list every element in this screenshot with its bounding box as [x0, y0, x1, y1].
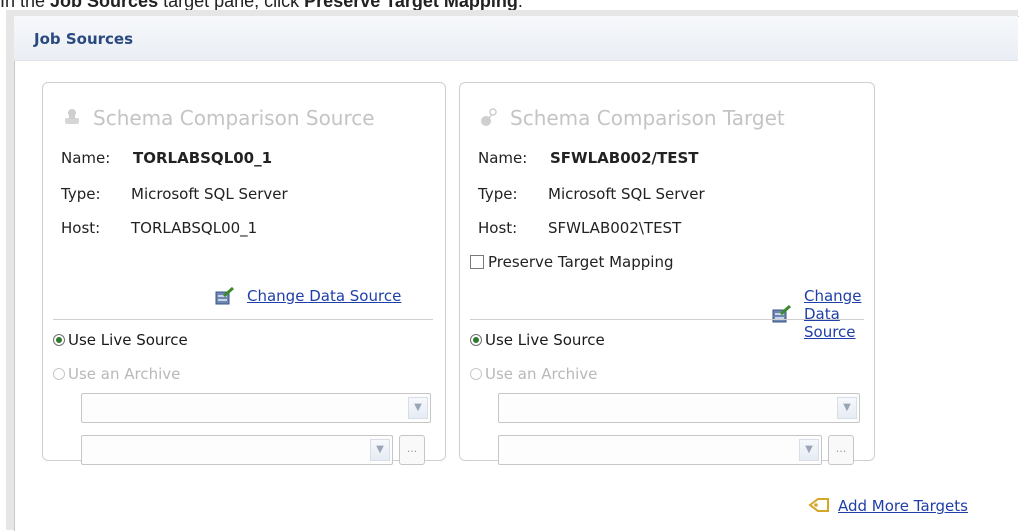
source-browse-button[interactable]: ... [399, 435, 425, 465]
add-more-targets[interactable]: Add More Targets [808, 497, 968, 515]
source-use-archive-label: Use an Archive [68, 365, 181, 383]
target-host-label: Host: [478, 219, 518, 237]
radio-unselected-icon[interactable] [53, 368, 65, 380]
panel-title: Job Sources [34, 30, 134, 48]
panel-header: Job Sources [14, 16, 1018, 61]
radio-unselected-icon[interactable] [470, 368, 482, 380]
source-change-data-source[interactable]: Change Data Source [215, 286, 401, 305]
chevron-down-icon[interactable]: ▼ [837, 397, 857, 419]
target-change-data-source[interactable]: Change Data Source [772, 287, 874, 341]
target-use-archive-label: Use an Archive [485, 365, 598, 383]
target-use-live-label: Use Live Source [485, 331, 605, 349]
source-name-row: Name: TORLABSQL00_1 [61, 149, 272, 167]
chevron-down-icon[interactable]: ▼ [370, 439, 390, 461]
chevron-down-icon[interactable]: ▼ [799, 439, 819, 461]
change-data-source-icon [772, 304, 792, 323]
target-use-live-radio[interactable]: Use Live Source [470, 331, 605, 349]
source-group: Schema Comparison Source Name: TORLABSQL0… [42, 82, 446, 465]
add-more-targets-link[interactable]: Add More Targets [838, 497, 968, 515]
radio-selected-icon[interactable] [470, 334, 482, 346]
source-archive-combo-2[interactable]: ▼ [81, 435, 393, 465]
target-host-value: SFWLAB002\TEST [548, 219, 682, 237]
target-archive-combo-2[interactable]: ▼ [498, 435, 822, 465]
target-change-data-source-link[interactable]: Change Data Source [804, 287, 874, 341]
source-host-label: Host: [61, 219, 101, 237]
change-data-source-icon [215, 286, 235, 305]
target-name-label: Name: [478, 149, 528, 167]
source-title-text: Schema Comparison Source [93, 106, 375, 130]
source-archive-combo-1[interactable]: ▼ [81, 393, 431, 423]
target-browse-button[interactable]: ... [828, 435, 854, 465]
source-use-live-radio[interactable]: Use Live Source [53, 331, 188, 349]
target-archive-combo-1[interactable]: ▼ [498, 393, 860, 423]
target-title-text: Schema Comparison Target [510, 106, 785, 130]
target-use-archive-radio[interactable]: Use an Archive [470, 365, 597, 383]
target-title: Schema Comparison Target [478, 106, 785, 130]
source-database-icon [61, 107, 83, 129]
target-type-value: Microsoft SQL Server [548, 185, 705, 203]
preserve-target-mapping-label[interactable]: Preserve Target Mapping [488, 253, 673, 271]
target-host-row: Host: SFWLAB002\TEST [478, 219, 681, 237]
add-targets-icon [808, 497, 830, 515]
target-group: Schema Comparison Target Name: SFWLAB002/… [459, 82, 875, 465]
source-type-row: Type: Microsoft SQL Server [61, 185, 288, 203]
source-type-value: Microsoft SQL Server [131, 185, 288, 203]
source-host-row: Host: TORLABSQL00_1 [61, 219, 257, 237]
source-name-label: Name: [61, 149, 111, 167]
source-use-live-label: Use Live Source [68, 331, 188, 349]
preserve-target-mapping-checkbox[interactable]: Preserve Target Mapping [470, 253, 673, 271]
target-name-value: SFWLAB002/TEST [550, 149, 699, 167]
radio-selected-icon[interactable] [53, 334, 65, 346]
source-host-value: TORLABSQL00_1 [131, 219, 258, 237]
source-type-label: Type: [61, 185, 101, 203]
target-name-row: Name: SFWLAB002/TEST [478, 149, 699, 167]
target-type-label: Type: [478, 185, 518, 203]
source-use-archive-radio[interactable]: Use an Archive [53, 365, 180, 383]
target-divider [470, 319, 864, 320]
checkbox-icon[interactable] [470, 255, 484, 269]
target-database-icon [478, 107, 500, 129]
source-title: Schema Comparison Source [61, 106, 375, 130]
source-change-data-source-link[interactable]: Change Data Source [247, 287, 401, 305]
target-type-row: Type: Microsoft SQL Server [478, 185, 705, 203]
source-divider [53, 319, 433, 320]
source-name-value: TORLABSQL00_1 [133, 149, 273, 167]
chevron-down-icon[interactable]: ▼ [408, 397, 428, 419]
